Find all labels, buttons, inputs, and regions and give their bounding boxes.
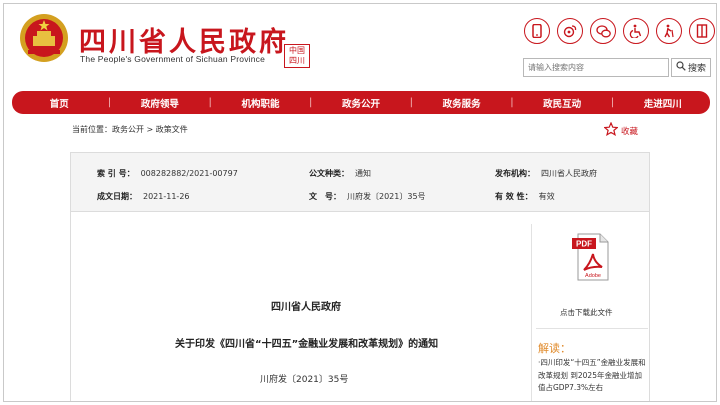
- pdf-brand-text: Adobe: [585, 273, 601, 279]
- search-button-label: 搜索: [687, 64, 706, 74]
- site-header: 四川省人民政府 The People's Government of Sichu…: [4, 4, 716, 88]
- info-doc-number: 文 号： 川府发〔2021〕35号: [309, 191, 426, 202]
- document-title: 关于印发《四川省“十四五”金融业发展和改革规划》的通知: [175, 339, 439, 350]
- wechat-icon[interactable]: [590, 18, 616, 44]
- info-index-value: 008282882/2021-00797: [140, 169, 238, 178]
- info-issuer-value: 四川省人民政府: [541, 169, 597, 178]
- info-category-label: 公文种类：: [309, 169, 349, 178]
- accessibility-icon[interactable]: [623, 18, 649, 44]
- info-index: 索 引 号： 008282882/2021-00797: [97, 168, 238, 179]
- info-date-label: 成文日期：: [97, 192, 137, 201]
- info-issuer-label: 发布机构：: [495, 169, 535, 178]
- info-validity-value: 有效: [538, 192, 555, 201]
- pdf-badge-text: PDF: [576, 240, 592, 249]
- page-frame: 四川省人民政府 The People's Government of Sichu…: [3, 3, 717, 402]
- favorite-label: 收藏: [621, 126, 639, 137]
- breadcrumb: 当前位置：政务公开 > 政策文件: [72, 124, 188, 135]
- document-issuer: 四川省人民政府: [271, 302, 341, 313]
- favorite-button[interactable]: 收藏: [603, 121, 639, 139]
- nav-item-services[interactable]: 政务服务: [414, 96, 509, 110]
- search-icon: [676, 61, 686, 74]
- site-subtitle: The People's Government of Sichuan Provi…: [80, 54, 266, 64]
- document-sidebar: PDF Adobe 点击下载此文件 解读： ·四川印发“十四五”金融业发展和改革…: [531, 224, 649, 401]
- nav-item-institutions[interactable]: 机构职能: [213, 96, 308, 110]
- nav-item-home[interactable]: 首页: [12, 96, 107, 110]
- info-doc-number-label: 文 号：: [309, 192, 341, 201]
- breadcrumb-path[interactable]: 政务公开 > 政策文件: [112, 125, 188, 134]
- info-category-value: 通知: [355, 169, 371, 178]
- breadcrumb-prefix: 当前位置：: [72, 125, 112, 134]
- national-emblem-icon: [20, 14, 68, 62]
- mobile-icon[interactable]: [524, 18, 550, 44]
- main-nav: 首页 | 政府领导 | 机构职能 | 政务公开 | 政务服务 | 政民互动 | …: [12, 91, 710, 114]
- nav-item-interaction[interactable]: 政民互动: [515, 96, 610, 110]
- font-size-icon[interactable]: [689, 18, 715, 44]
- elderly-icon[interactable]: [656, 18, 682, 44]
- nav-item-leaders[interactable]: 政府领导: [113, 96, 208, 110]
- info-validity-label: 有 效 性：: [495, 192, 533, 201]
- weibo-icon[interactable]: [557, 18, 583, 44]
- info-index-label: 索 引 号：: [97, 169, 135, 178]
- sidebar-divider: [536, 328, 648, 329]
- info-category: 公文种类： 通知: [309, 168, 371, 179]
- document-content: 四川省人民政府 关于印发《四川省“十四五”金融业发展和改革规划》的通知 川府发〔…: [70, 212, 650, 401]
- info-doc-number-value: 川府发〔2021〕35号: [347, 192, 426, 201]
- info-issuer: 发布机构： 四川省人民政府: [495, 168, 597, 179]
- sichuan-seal-logo: 中国 四川: [284, 44, 310, 68]
- pdf-download-icon[interactable]: PDF Adobe: [572, 232, 612, 282]
- star-icon: [603, 121, 619, 139]
- nav-item-sichuan[interactable]: 走进四川: [615, 96, 710, 110]
- search-box: 搜索: [523, 58, 711, 77]
- info-date-value: 2021-11-26: [143, 192, 190, 201]
- nav-item-public-affairs[interactable]: 政务公开: [314, 96, 409, 110]
- search-button[interactable]: 搜索: [671, 58, 711, 77]
- document-info-box: 索 引 号： 008282882/2021-00797 公文种类： 通知 发布机构：…: [70, 152, 650, 212]
- interpretation-link[interactable]: ·四川印发“十四五”金融业发展和改革规划 到2025年金融业增加值占GDP7.3…: [538, 357, 646, 395]
- interpretation-title: 解读：: [538, 342, 571, 355]
- header-icon-row: [524, 18, 715, 48]
- info-date: 成文日期： 2021-11-26: [97, 191, 190, 202]
- search-input[interactable]: [523, 58, 669, 77]
- document-number: 川府发〔2021〕35号: [260, 375, 349, 385]
- download-file-link[interactable]: 点击下载此文件: [560, 307, 613, 318]
- info-validity: 有 效 性： 有效: [495, 191, 555, 202]
